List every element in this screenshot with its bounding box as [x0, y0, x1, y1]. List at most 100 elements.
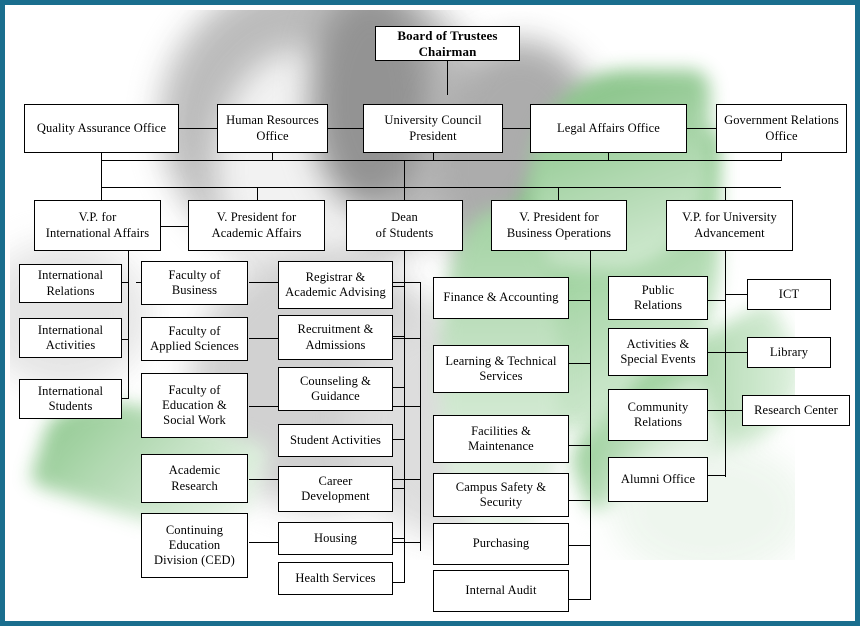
node-quality-assurance-office[interactable]: Quality Assurance Office — [24, 104, 179, 153]
stub-student-activities — [392, 439, 405, 440]
node-label: University Council President — [384, 113, 482, 143]
node-activities-special-events[interactable]: Activities & Special Events — [608, 328, 708, 376]
node-registrar-academic-advising[interactable]: Registrar & Academic Advising — [278, 261, 393, 309]
link-council-legal — [502, 128, 531, 129]
node-label: ICT — [778, 286, 800, 301]
link-hr-council — [326, 128, 364, 129]
node-university-council-president[interactable]: University Council President — [363, 104, 503, 153]
bus-level3 — [101, 187, 781, 188]
node-label: V. President for Academic Affairs — [211, 210, 302, 240]
trunk-advancement — [725, 251, 726, 477]
node-ict[interactable]: ICT — [747, 279, 831, 310]
node-label: Purchasing — [472, 536, 530, 551]
node-human-resources-office[interactable]: Human Resources Office — [217, 104, 328, 153]
node-health-services[interactable]: Health Services — [278, 562, 393, 595]
node-international-activities[interactable]: International Activities — [19, 318, 122, 358]
node-counseling-guidance[interactable]: Counseling & Guidance — [278, 367, 393, 411]
node-label: Facilities & Maintenance — [468, 423, 534, 453]
node-vp-university-advancement[interactable]: V.P. for University Advancement — [666, 200, 793, 251]
org-chart-frame: Board of Trustees Chairman Quality Assur… — [0, 0, 860, 626]
node-academic-research[interactable]: Academic Research — [141, 454, 248, 503]
node-label: Dean of Students — [375, 210, 434, 240]
node-purchasing[interactable]: Purchasing — [433, 523, 569, 565]
node-label: International Relations — [37, 268, 104, 298]
stub-activities-events — [708, 352, 726, 353]
node-finance-accounting[interactable]: Finance & Accounting — [433, 277, 569, 319]
node-facilities-maintenance[interactable]: Facilities & Maintenance — [433, 415, 569, 463]
node-faculty-of-applied-sciences[interactable]: Faculty of Applied Sciences — [141, 317, 248, 361]
node-dean-of-students[interactable]: Dean of Students — [346, 200, 463, 251]
node-label: Campus Safety & Security — [455, 479, 547, 509]
node-label: Finance & Accounting — [443, 290, 559, 305]
node-label: Community Relations — [627, 399, 689, 429]
node-label: V.P. for University Advancement — [682, 210, 777, 240]
connector-bus3-vpacad — [257, 187, 258, 200]
node-vp-academic-affairs[interactable]: V. President for Academic Affairs — [188, 200, 325, 251]
node-label: Government Relations Office — [724, 113, 839, 143]
stub-alumni-office — [708, 475, 726, 476]
node-label: Registrar & Academic Advising — [285, 269, 386, 299]
node-label: Learning & Technical Services — [445, 353, 557, 383]
node-legal-affairs-office[interactable]: Legal Affairs Office — [530, 104, 687, 153]
node-library[interactable]: Library — [747, 337, 831, 368]
node-campus-safety-security[interactable]: Campus Safety & Security — [433, 473, 569, 517]
node-housing[interactable]: Housing — [278, 522, 393, 555]
node-label: Human Resources Office — [226, 113, 319, 143]
node-label: Activities & Special Events — [620, 336, 696, 366]
node-recruitment-admissions[interactable]: Recruitment & Admissions — [278, 315, 393, 360]
node-learning-technical-services[interactable]: Learning & Technical Services — [433, 345, 569, 393]
node-vp-international-affairs[interactable]: V.P. for International Affairs — [34, 200, 161, 251]
stub-counseling — [392, 387, 405, 388]
node-international-relations[interactable]: International Relations — [19, 264, 122, 303]
node-public-relations[interactable]: Public Relations — [608, 276, 708, 320]
link-legal-govrel — [686, 128, 717, 129]
node-student-activities[interactable]: Student Activities — [278, 424, 393, 457]
trunk-business — [590, 251, 591, 600]
link-vpintl-vpacad — [160, 226, 188, 227]
node-research-center[interactable]: Research Center — [742, 395, 850, 426]
node-continuing-education-division[interactable]: Continuing Education Division (CED) — [141, 513, 248, 578]
node-vp-business-operations[interactable]: V. President for Business Operations — [491, 200, 627, 251]
stub-international-activities — [122, 339, 129, 340]
node-label: Student Activities — [289, 432, 382, 447]
node-label: Recruitment & Admissions — [297, 322, 374, 352]
node-label: International Students — [37, 383, 104, 413]
stub-internal-audit — [569, 599, 591, 600]
trunk-dean — [404, 251, 405, 582]
trunk-international — [128, 251, 129, 398]
stub-recruitment — [392, 336, 405, 337]
node-label: Board of Trustees Chairman — [397, 27, 498, 59]
node-label: Legal Affairs Office — [557, 120, 660, 135]
node-label: Counseling & Guidance — [300, 373, 371, 403]
node-community-relations[interactable]: Community Relations — [608, 389, 708, 441]
node-label: V. President for Business Operations — [506, 210, 612, 240]
node-label: Faculty of Education & Social Work — [162, 382, 227, 428]
node-alumni-office[interactable]: Alumni Office — [608, 457, 708, 502]
stub-public-relations — [708, 300, 726, 301]
node-label: Faculty of Business — [168, 267, 221, 297]
node-faculty-of-education-social-work[interactable]: Faculty of Education & Social Work — [141, 373, 248, 438]
connector-bus3-dean — [404, 160, 405, 200]
node-international-students[interactable]: International Students — [19, 379, 122, 419]
stub-international-students — [122, 398, 129, 399]
node-faculty-of-business[interactable]: Faculty of Business — [141, 261, 248, 305]
node-label: Library — [769, 344, 809, 359]
node-government-relations-office[interactable]: Government Relations Office — [716, 104, 847, 153]
node-label: Quality Assurance Office — [36, 120, 167, 135]
node-label: Continuing Education Division (CED) — [154, 522, 235, 568]
connector-bus2-to-bus3 — [101, 160, 102, 187]
node-label: Internal Audit — [465, 583, 537, 598]
stub-international-relations — [122, 282, 129, 283]
stub-housing — [392, 538, 405, 539]
stub-campus-safety — [569, 500, 591, 501]
node-label: Faculty of Applied Sciences — [150, 323, 239, 353]
stub-registrar — [392, 286, 405, 287]
node-internal-audit[interactable]: Internal Audit — [433, 570, 569, 612]
node-board-of-trustees[interactable]: Board of Trustees Chairman — [375, 26, 520, 61]
bus-level2 — [101, 160, 782, 161]
node-career-development[interactable]: Career Development — [278, 466, 393, 512]
stub-library — [725, 352, 747, 353]
stub-community-relations — [708, 410, 726, 411]
connector-bus3-vpadv — [725, 187, 726, 200]
node-label: V.P. for International Affairs — [45, 210, 150, 240]
